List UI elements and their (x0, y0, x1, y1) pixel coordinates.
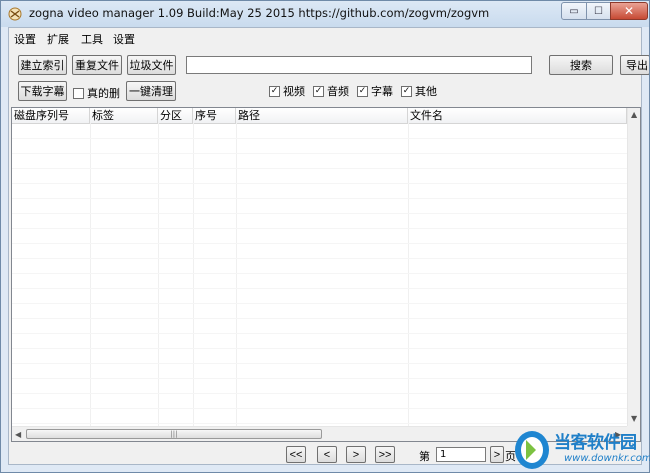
row-divider (12, 138, 628, 139)
next-page-button[interactable]: > (346, 446, 366, 463)
row-divider (12, 168, 628, 169)
row-divider (12, 393, 628, 394)
column-header-filename[interactable]: 文件名 (408, 108, 627, 123)
filter-audio-label: 音频 (327, 85, 349, 98)
duplicate-files-button[interactable]: 重复文件 (72, 55, 122, 75)
checkbox-checked-icon: ✓ (269, 85, 280, 97)
filter-video-label: 视频 (283, 85, 305, 98)
first-page-button[interactable]: << (286, 446, 306, 463)
filter-other-label: 其他 (415, 85, 437, 98)
scroll-down-icon[interactable]: ▼ (631, 414, 637, 423)
page-prefix-label: 第 (419, 450, 430, 463)
row-divider (12, 288, 628, 289)
filter-video-checkbox[interactable]: ✓ 视频 (269, 83, 305, 99)
maximize-button[interactable]: ☐ (586, 2, 611, 20)
page-number-input[interactable] (436, 447, 486, 462)
client-area: 设置 扩展 工具 设置 建立索引 重复文件 垃圾文件 搜索 导出 下载字幕 真的… (8, 27, 649, 465)
minimize-icon: ▭ (569, 5, 579, 17)
maximize-icon: ☐ (594, 5, 603, 17)
row-divider (12, 228, 628, 229)
title-bar[interactable]: zogna video manager 1.09 Build:May 25 20… (1, 1, 649, 27)
window-title: zogna video manager 1.09 Build:May 25 20… (29, 6, 490, 20)
column-header-disk-serial[interactable]: 磁盘序列号 (12, 108, 90, 123)
row-divider (12, 213, 628, 214)
row-divider (12, 318, 628, 319)
row-divider (12, 363, 628, 364)
search-button[interactable]: 搜索 (549, 55, 613, 75)
minimize-button[interactable]: ▭ (561, 2, 587, 20)
column-header-path[interactable]: 路径 (236, 108, 408, 123)
row-divider (12, 273, 628, 274)
build-index-button[interactable]: 建立索引 (18, 55, 67, 75)
row-divider (12, 408, 628, 409)
export-button[interactable]: 导出 (620, 55, 649, 75)
go-page-button[interactable]: > (490, 446, 504, 463)
row-divider (12, 378, 628, 379)
menu-settings-2[interactable]: 设置 (113, 31, 135, 47)
checkbox-box (73, 87, 84, 99)
horizontal-scroll-thumb[interactable]: ||| (26, 429, 322, 439)
close-button[interactable]: ✕ (610, 2, 648, 20)
menu-tools[interactable]: 工具 (81, 31, 103, 47)
downkr-logo-icon (515, 431, 549, 469)
column-header-partition[interactable]: 分区 (158, 108, 193, 123)
junk-files-button[interactable]: 垃圾文件 (127, 55, 176, 75)
filter-audio-checkbox[interactable]: ✓ 音频 (313, 83, 349, 99)
watermark-url: www.downkr.com (564, 453, 650, 464)
really-delete-label: 真的删 (87, 87, 120, 100)
search-input[interactable] (186, 56, 532, 74)
file-table[interactable]: 磁盘序列号 标签 分区 序号 路径 文件名 ▲ ▼ ◀ ||| ▶ (11, 107, 641, 442)
filter-subtitle-label: 字幕 (371, 85, 393, 98)
app-icon (8, 7, 22, 21)
scroll-left-icon[interactable]: ◀ (15, 430, 21, 439)
row-divider (12, 348, 628, 349)
menu-settings[interactable]: 设置 (14, 31, 36, 47)
watermark-name: 当客软件园 (554, 433, 637, 453)
filter-subtitle-checkbox[interactable]: ✓ 字幕 (357, 83, 393, 99)
row-divider (12, 333, 628, 334)
app-window: zogna video manager 1.09 Build:May 25 20… (0, 0, 650, 473)
vertical-scrollbar[interactable]: ▲ ▼ (627, 108, 640, 426)
grip-icon: ||| (170, 430, 178, 438)
menu-extensions[interactable]: 扩展 (47, 31, 69, 47)
row-divider (12, 183, 628, 184)
really-delete-checkbox[interactable]: 真的删 (73, 85, 120, 101)
row-divider (12, 198, 628, 199)
row-divider (12, 153, 628, 154)
one-click-clean-button[interactable]: 一键清理 (126, 81, 176, 101)
scroll-up-icon[interactable]: ▲ (631, 110, 637, 119)
last-page-button[interactable]: >> (375, 446, 395, 463)
checkbox-checked-icon: ✓ (357, 85, 368, 97)
column-header-label[interactable]: 标签 (90, 108, 158, 123)
checkbox-checked-icon: ✓ (401, 85, 412, 97)
row-divider (12, 258, 628, 259)
watermark: 当客软件园 www.downkr.com (512, 426, 650, 473)
row-divider (12, 303, 628, 304)
download-subtitles-button[interactable]: 下载字幕 (18, 81, 67, 101)
prev-page-button[interactable]: < (317, 446, 337, 463)
menu-bar: 设置 扩展 工具 设置 (9, 28, 641, 46)
checkbox-checked-icon: ✓ (313, 85, 324, 97)
table-header: 磁盘序列号 标签 分区 序号 路径 文件名 (12, 108, 640, 124)
row-divider (12, 243, 628, 244)
close-icon: ✕ (623, 4, 635, 18)
column-header-index[interactable]: 序号 (193, 108, 236, 123)
row-divider (12, 423, 628, 424)
filter-other-checkbox[interactable]: ✓ 其他 (401, 83, 437, 99)
